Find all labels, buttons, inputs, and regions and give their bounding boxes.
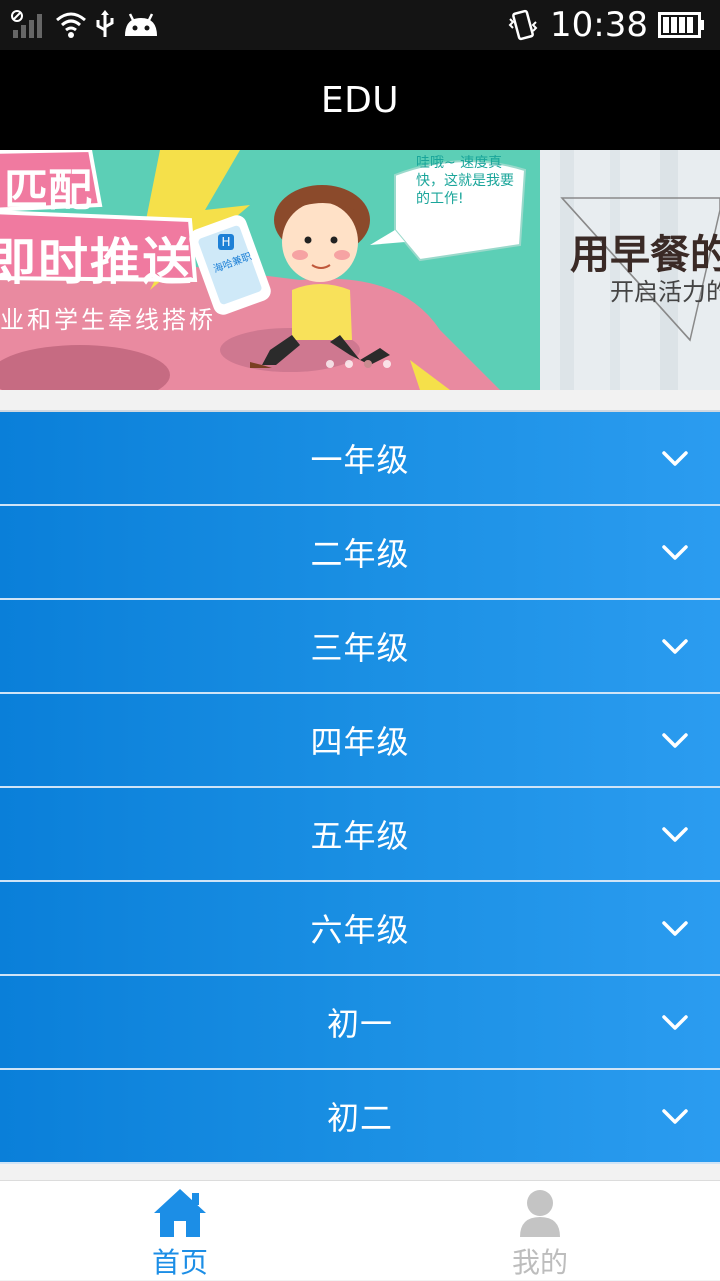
banner2-subline: 开启活力的 bbox=[610, 278, 720, 306]
chevron-down-icon bbox=[662, 827, 688, 842]
banner-headline-top: 匹配 bbox=[4, 165, 92, 216]
carousel-dot[interactable] bbox=[345, 360, 353, 368]
grade-label: 一年级 bbox=[310, 441, 410, 479]
wifi-icon bbox=[56, 12, 86, 38]
chevron-down-icon bbox=[662, 1109, 688, 1124]
grade-label: 四年级 bbox=[310, 723, 410, 761]
grade-label: 初二 bbox=[326, 1099, 393, 1137]
grade-label: 二年级 bbox=[310, 535, 410, 573]
app-bar: EDU bbox=[0, 50, 720, 150]
grade-row-5[interactable]: 五年级 bbox=[0, 788, 720, 882]
chevron-down-icon bbox=[662, 1015, 688, 1030]
carousel-dot-active[interactable] bbox=[364, 360, 372, 368]
banner-carousel[interactable]: 匹配 即时推送 业和学生牵线搭桥 哇哦~ 速度真快，这就是我要的工作! H 海哈… bbox=[0, 150, 720, 390]
banner-headline: 即时推送 bbox=[0, 233, 194, 291]
android-icon bbox=[125, 13, 157, 36]
grade-row-6[interactable]: 六年级 bbox=[0, 882, 720, 976]
user-icon bbox=[520, 1190, 560, 1237]
battery-icon bbox=[658, 12, 704, 38]
banner-slide-recruit[interactable]: 匹配 即时推送 业和学生牵线搭桥 哇哦~ 速度真快，这就是我要的工作! H 海哈… bbox=[0, 150, 540, 390]
chevron-down-icon bbox=[662, 451, 688, 466]
bottom-tab-bar: 首页 我的 bbox=[0, 1180, 720, 1280]
banner-slide-breakfast[interactable]: 用早餐的 开启活力的 bbox=[540, 150, 720, 390]
grade-label: 初一 bbox=[326, 1005, 393, 1043]
carousel-dot[interactable] bbox=[383, 360, 391, 368]
home-icon bbox=[154, 1189, 206, 1237]
grade-label: 六年级 bbox=[310, 911, 410, 949]
chevron-down-icon bbox=[662, 733, 688, 748]
tab-home-label: 首页 bbox=[151, 1246, 208, 1279]
tab-home[interactable]: 首页 bbox=[0, 1181, 360, 1281]
tab-mine[interactable]: 我的 bbox=[360, 1181, 720, 1281]
grade-row-1[interactable]: 一年级 bbox=[0, 412, 720, 506]
banner-speech-bubble: 哇哦~ 速度真快，这就是我要的工作! bbox=[416, 155, 514, 207]
carousel-dot[interactable] bbox=[326, 360, 334, 368]
grade-row-7[interactable]: 初一 bbox=[0, 976, 720, 1070]
chevron-down-icon bbox=[662, 639, 688, 654]
vibrate-icon bbox=[508, 9, 538, 41]
grade-row-2[interactable]: 二年级 bbox=[0, 506, 720, 600]
grade-label: 三年级 bbox=[310, 629, 410, 667]
banner-subline: 业和学生牵线搭桥 bbox=[0, 306, 216, 334]
grade-list: 一年级 二年级 三年级 四年级 五年级 六年级 初一 初二 bbox=[0, 410, 720, 1164]
chevron-down-icon bbox=[662, 545, 688, 560]
grade-row-3[interactable]: 三年级 bbox=[0, 600, 720, 694]
status-time: 10:38 bbox=[550, 5, 648, 45]
grade-label: 五年级 bbox=[310, 817, 410, 855]
carousel-dots bbox=[326, 360, 391, 368]
grade-row-8[interactable]: 初二 bbox=[0, 1070, 720, 1164]
status-bar: 10:38 bbox=[0, 0, 720, 50]
chevron-down-icon bbox=[662, 921, 688, 936]
usb-icon bbox=[96, 10, 114, 37]
signal-icon bbox=[11, 10, 42, 38]
tab-mine-label: 我的 bbox=[511, 1246, 568, 1279]
grade-row-4[interactable]: 四年级 bbox=[0, 694, 720, 788]
banner-phone-logo: H bbox=[218, 234, 234, 250]
app-title: EDU bbox=[320, 79, 400, 121]
